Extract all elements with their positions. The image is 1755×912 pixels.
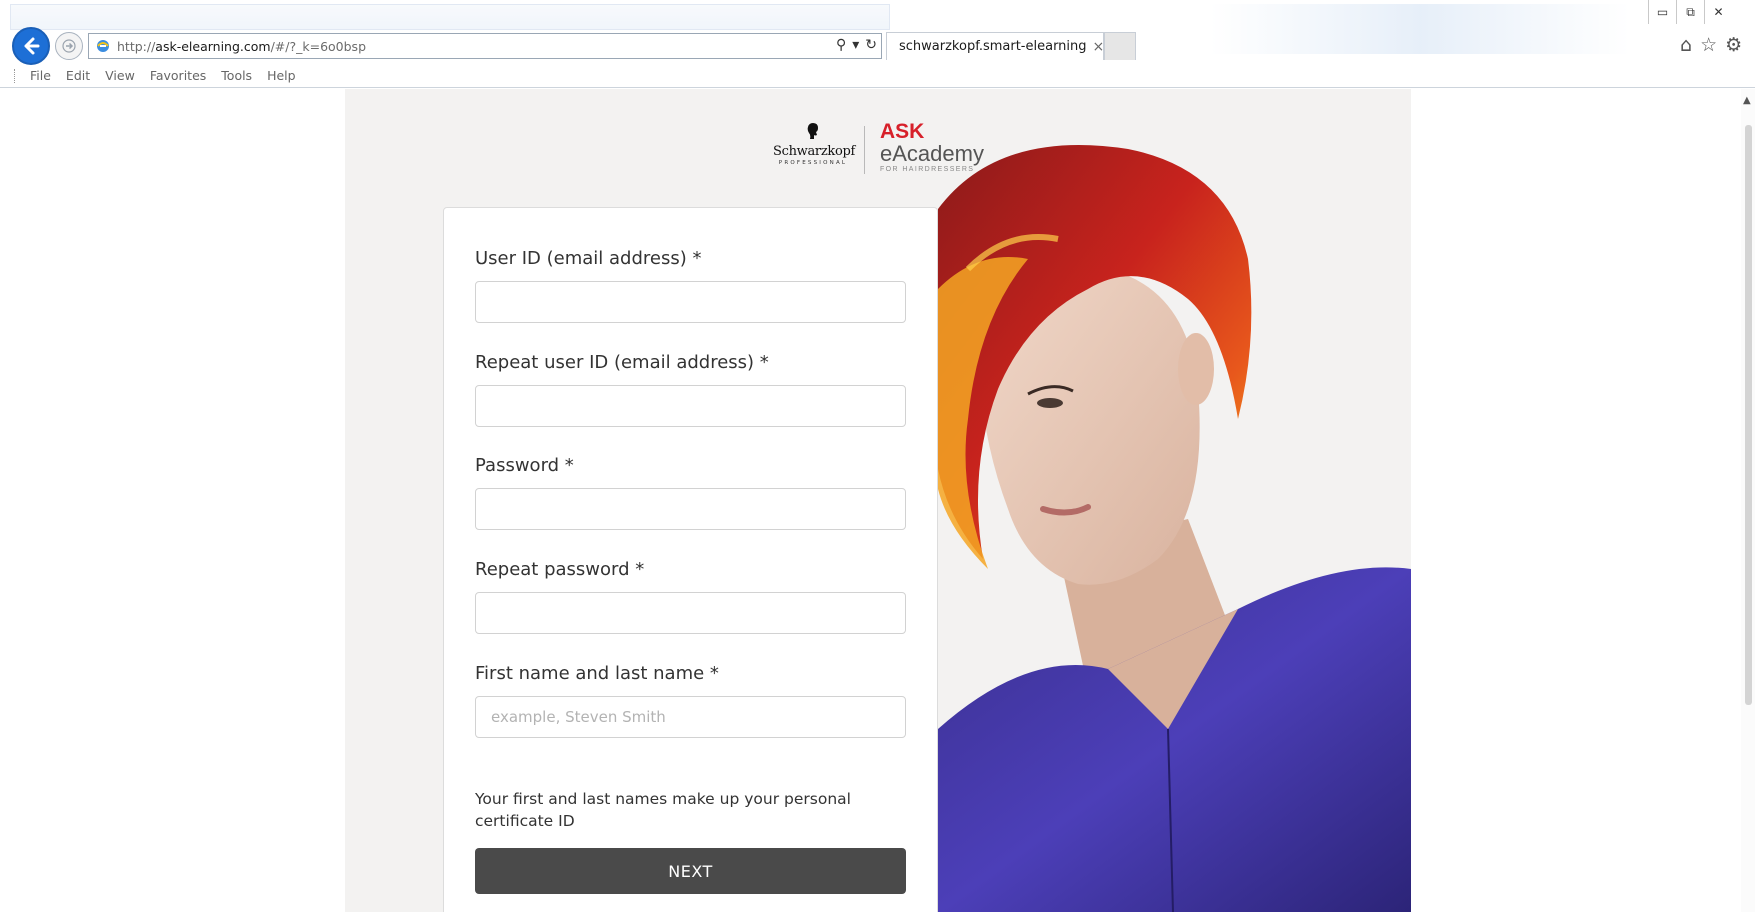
url-text: http://ask-elearning.com/#/?_k=6o0bsp [117,39,366,54]
repeat-user-id-input[interactable] [475,385,906,427]
menu-view[interactable]: View [105,68,135,83]
url-host: ask-elearning.com [155,38,271,54]
address-bar[interactable]: http://ask-elearning.com/#/?_k=6o0bsp ⚲ … [88,33,882,59]
model-portrait-illustration [938,89,1411,912]
arrow-left-icon [24,37,40,55]
logo-divider [864,126,865,174]
menu-file[interactable]: File [30,68,51,83]
forward-button[interactable] [55,32,83,60]
user-id-label: User ID (email address) * [475,248,702,269]
registration-form: User ID (email address) * Repeat user ID… [443,207,938,912]
full-name-input[interactable] [475,696,906,738]
schwarzkopf-logo: Schwarzkopf PROFESSIONAL [773,122,856,174]
schwarzkopf-wordmark: Schwarzkopf [773,144,856,159]
eacademy-wordmark: eAcademy [880,141,984,166]
tab-label: schwarzkopf.smart-elearning [899,39,1087,54]
menu-tools[interactable]: Tools [221,68,252,83]
password-input[interactable] [475,488,906,530]
dropdown-icon[interactable]: ▾ [852,37,859,53]
back-button[interactable] [12,27,50,65]
user-id-input[interactable] [475,281,906,323]
hero-image [938,89,1411,912]
star-icon[interactable]: ☆ [1700,34,1717,56]
close-window-button[interactable]: ✕ [1704,0,1732,24]
gear-icon[interactable]: ⚙ [1725,34,1742,56]
page-content: Schwarzkopf PROFESSIONAL ASK eAcademy FO… [345,89,1411,912]
restore-button[interactable]: ⧉ [1676,0,1704,24]
page-scrollbar[interactable]: ▲ [1741,89,1755,912]
ask-eacademy-logo: ASK eAcademy FOR HAIRDRESSERS [880,120,1050,173]
tab-schwarzkopf[interactable]: schwarzkopf.smart-elearning × [886,32,1104,60]
url-scheme: http:// [117,38,156,54]
background-window-blur-right [1210,4,1630,54]
menu-help[interactable]: Help [267,68,296,83]
next-button[interactable]: NEXT [475,848,906,894]
close-tab-icon[interactable]: × [1093,39,1105,55]
menu-grip [14,69,17,83]
for-hairdressers-tagline: FOR HAIRDRESSERS [880,166,975,173]
ask-wordmark: ASK [880,120,925,143]
ie-favicon-icon [97,40,109,52]
window-controls: ▭ ⧉ ✕ [1648,0,1732,24]
scroll-thumb[interactable] [1745,125,1752,705]
full-name-label: First name and last name * [475,663,719,684]
repeat-user-id-label: Repeat user ID (email address) * [475,352,769,373]
background-window-blur [10,4,890,30]
menu-bar: File Edit View Favorites Tools Help [0,64,1755,88]
new-tab-button[interactable] [1104,32,1136,60]
home-icon[interactable]: ⌂ [1680,34,1692,56]
minimize-button[interactable]: ▭ [1648,0,1676,24]
menu-edit[interactable]: Edit [66,68,90,83]
url-path: /#/?_k=6o0bsp [270,38,367,54]
browser-chrome: http://ask-elearning.com/#/?_k=6o0bsp ⚲ … [0,0,1755,88]
arrow-right-icon [62,39,76,53]
password-label: Password * [475,455,574,476]
scroll-up-icon[interactable]: ▲ [1743,95,1751,106]
repeat-password-label: Repeat password * [475,559,645,580]
menu-favorites[interactable]: Favorites [150,68,206,83]
repeat-password-input[interactable] [475,592,906,634]
schwarzkopf-silhouette-icon [807,123,818,139]
schwarzkopf-sub: PROFESSIONAL [778,160,848,166]
brand-logo: Schwarzkopf PROFESSIONAL ASK eAcademy FO… [773,121,1043,174]
search-icon[interactable]: ⚲ [836,37,846,53]
refresh-icon[interactable]: ↻ [865,37,877,53]
certificate-hint: Your first and last names make up your p… [475,790,851,830]
